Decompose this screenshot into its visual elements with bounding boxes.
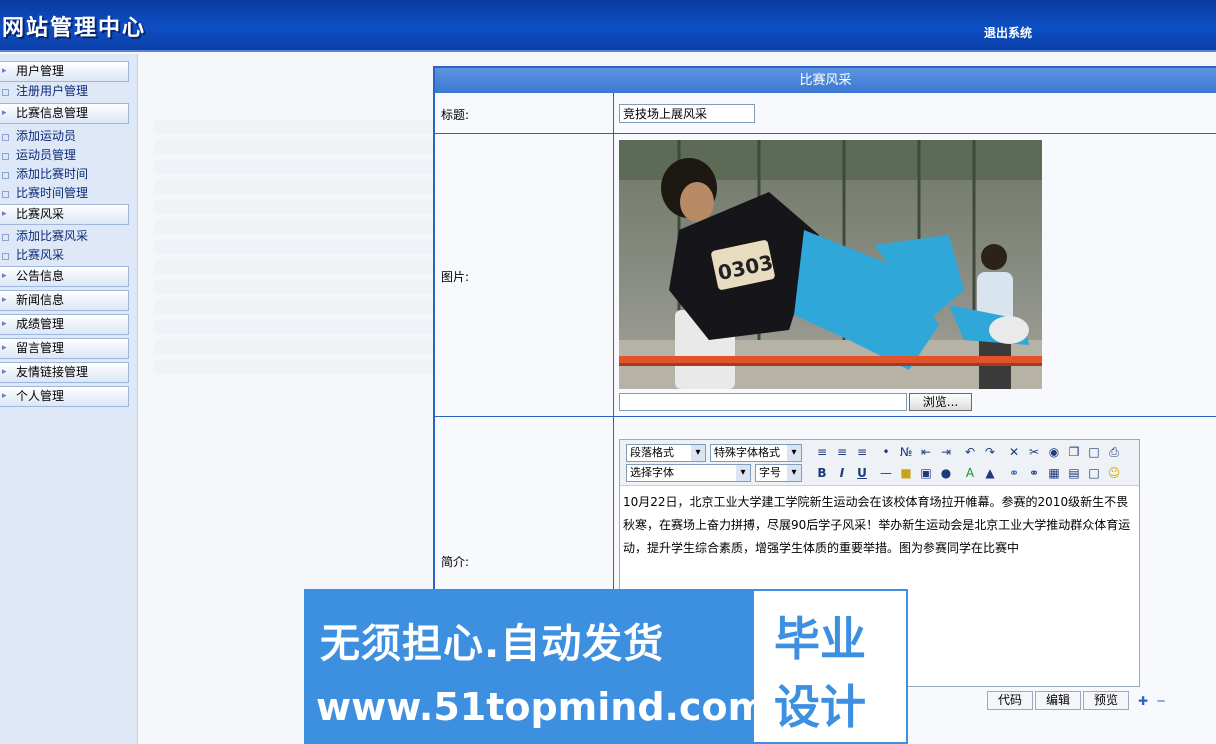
- menu-item-add-athlete[interactable]: 添加运动员: [0, 127, 137, 146]
- menu-news[interactable]: 新闻信息: [0, 290, 129, 311]
- menu-item-registered-users[interactable]: 注册用户管理: [0, 82, 137, 101]
- banner-slogan: 无须担心.自动发货: [320, 621, 665, 667]
- shrink-minus-icon[interactable]: ─: [1153, 693, 1169, 709]
- find-icon[interactable]: ◉: [1046, 444, 1062, 460]
- bold-icon[interactable]: B: [814, 465, 830, 481]
- unlink-icon[interactable]: ⚭: [1026, 465, 1042, 481]
- menu-item-match-style[interactable]: 比赛风采: [0, 246, 137, 265]
- align-right-icon[interactable]: ≡: [854, 444, 870, 460]
- menu-messages[interactable]: 留言管理: [0, 338, 129, 359]
- banner-box-line2: 设计: [774, 680, 866, 734]
- editor-content[interactable]: 10月22日，北京工业大学建工学院新生运动会在该校体育场拉开帷幕。参赛的2010…: [620, 487, 1139, 564]
- align-left-icon[interactable]: ≡: [814, 444, 830, 460]
- menu-announcements[interactable]: 公告信息: [0, 266, 129, 287]
- tab-code[interactable]: 代码: [987, 691, 1033, 710]
- delete-icon[interactable]: ✕: [1006, 444, 1022, 460]
- table-icon[interactable]: ▦: [1046, 465, 1062, 481]
- editor-toolbar: 段落格式 特殊字体格式 选择字体 字号 ≡ ≡ ≡ • № ⇤ ⇥ ↶ ↷ ✕ …: [620, 440, 1139, 486]
- tab-preview[interactable]: 预览: [1083, 691, 1129, 710]
- menu-match-info-management[interactable]: 比赛信息管理: [0, 103, 129, 124]
- special-format-select[interactable]: 特殊字体格式: [710, 444, 802, 462]
- align-center-icon[interactable]: ≡: [834, 444, 850, 460]
- site-title: 网站管理中心: [2, 16, 147, 41]
- horizontal-rule-icon[interactable]: —: [878, 465, 894, 481]
- watermark-banner: 无须担心.自动发货 www.51topmind.com 毕业 设计: [304, 589, 908, 744]
- sidebar: 用户管理 注册用户管理 比赛信息管理 添加运动员 运动员管理 添加比赛时间 比赛…: [0, 54, 138, 744]
- cut-icon[interactable]: ✂: [1026, 444, 1042, 460]
- tab-edit[interactable]: 编辑: [1035, 691, 1081, 710]
- logout-link[interactable]: 退出系统: [984, 24, 1032, 41]
- menu-user-management[interactable]: 用户管理: [0, 61, 129, 82]
- numbered-list-icon[interactable]: №: [898, 444, 914, 460]
- outdent-icon[interactable]: ⇤: [918, 444, 934, 460]
- page-icon[interactable]: □: [1086, 465, 1102, 481]
- menu-personal[interactable]: 个人管理: [0, 386, 129, 407]
- redo-icon[interactable]: ↷: [982, 444, 998, 460]
- banner-site-url: www.51topmind.com: [316, 685, 768, 729]
- menu-item-athlete-management[interactable]: 运动员管理: [0, 146, 137, 165]
- image-row: 图片: 0303 浏览...: [435, 134, 1216, 417]
- banner-logo-box: 毕业 设计: [754, 591, 906, 742]
- expand-plus-icon[interactable]: ✚: [1135, 693, 1151, 709]
- menu-item-add-match-time[interactable]: 添加比赛时间: [0, 165, 137, 184]
- panel-title: 比赛风采: [435, 68, 1216, 93]
- special-char-icon[interactable]: ▤: [1066, 465, 1082, 481]
- italic-icon[interactable]: I: [834, 465, 850, 481]
- highlight-icon[interactable]: ▲: [982, 465, 998, 481]
- text-color-icon[interactable]: A: [962, 465, 978, 481]
- browse-button[interactable]: 浏览...: [909, 393, 972, 411]
- menu-item-add-match-style[interactable]: 添加比赛风采: [0, 227, 137, 246]
- title-label: 标题:: [441, 108, 470, 122]
- menu-item-match-time-management[interactable]: 比赛时间管理: [0, 184, 137, 203]
- menu-match-style[interactable]: 比赛风采: [0, 204, 129, 225]
- undo-icon[interactable]: ↶: [962, 444, 978, 460]
- paragraph-format-select[interactable]: 段落格式: [626, 444, 706, 462]
- paste-icon[interactable]: □: [1086, 444, 1102, 460]
- image-label: 图片:: [441, 270, 470, 284]
- copy-icon[interactable]: ❐: [1066, 444, 1082, 460]
- font-size-select[interactable]: 字号: [755, 464, 802, 482]
- font-select[interactable]: 选择字体: [626, 464, 751, 482]
- folder-icon[interactable]: ■: [898, 465, 914, 481]
- intro-label: 简介:: [441, 555, 470, 569]
- image-insert-icon[interactable]: ▣: [918, 465, 934, 481]
- athlete-photo: 0303: [619, 140, 1042, 389]
- menu-friend-links[interactable]: 友情链接管理: [0, 362, 129, 383]
- print-icon[interactable]: ⎙: [1106, 444, 1122, 460]
- header-bar: 网站管理中心 退出系统: [0, 0, 1216, 52]
- title-row: 标题:: [435, 93, 1216, 134]
- high-jump-photo-image: 0303: [619, 140, 1042, 389]
- menu-scores[interactable]: 成绩管理: [0, 314, 129, 335]
- emoticon-icon[interactable]: ☺: [1106, 465, 1122, 481]
- banner-box-line1: 毕业: [774, 612, 866, 666]
- media-insert-icon[interactable]: ●: [938, 465, 954, 481]
- indent-icon[interactable]: ⇥: [938, 444, 954, 460]
- title-input[interactable]: [619, 104, 755, 123]
- link-icon[interactable]: ⚭: [1006, 465, 1022, 481]
- underline-icon[interactable]: U: [854, 465, 870, 481]
- image-file-input[interactable]: [619, 393, 907, 411]
- bullet-list-icon[interactable]: •: [878, 444, 894, 460]
- background-ghost-content: [155, 120, 433, 380]
